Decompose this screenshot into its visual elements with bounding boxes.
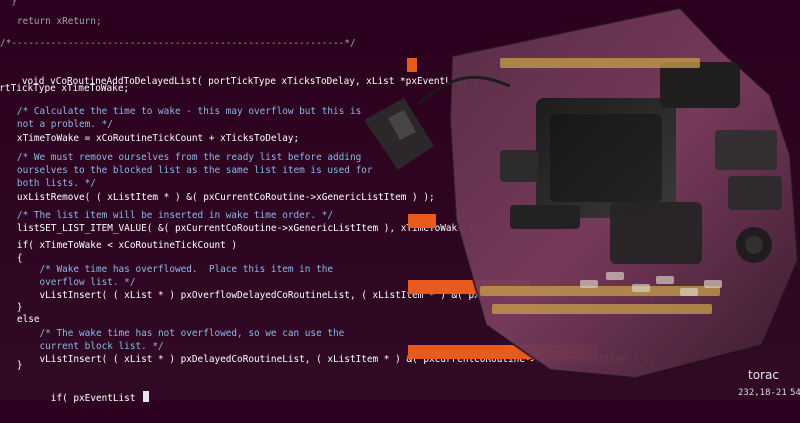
hardware-board-photo	[364, 6, 800, 380]
code-line: }	[0, 0, 17, 7]
terminal-window[interactable]: } return xReturn; /*--------------------…	[0, 0, 800, 404]
code-line: /*--------------------------------------…	[0, 38, 356, 49]
code-line: if( xTimeToWake < xCoRoutineTickCount )	[0, 240, 238, 251]
code-line: }	[0, 360, 23, 371]
vim-statusbar: 232,18-21 54	[0, 384, 800, 400]
code-line: return xReturn;	[0, 16, 102, 27]
code-line: xTimeToWake = xCoRoutineTickCount + xTic…	[0, 133, 300, 144]
cursor-position: 232,18-21	[738, 388, 787, 398]
watermark-text: torac	[748, 368, 779, 382]
file-percentage: 54	[790, 388, 800, 398]
code-line: portTickType xTimeToWake;	[0, 83, 130, 94]
